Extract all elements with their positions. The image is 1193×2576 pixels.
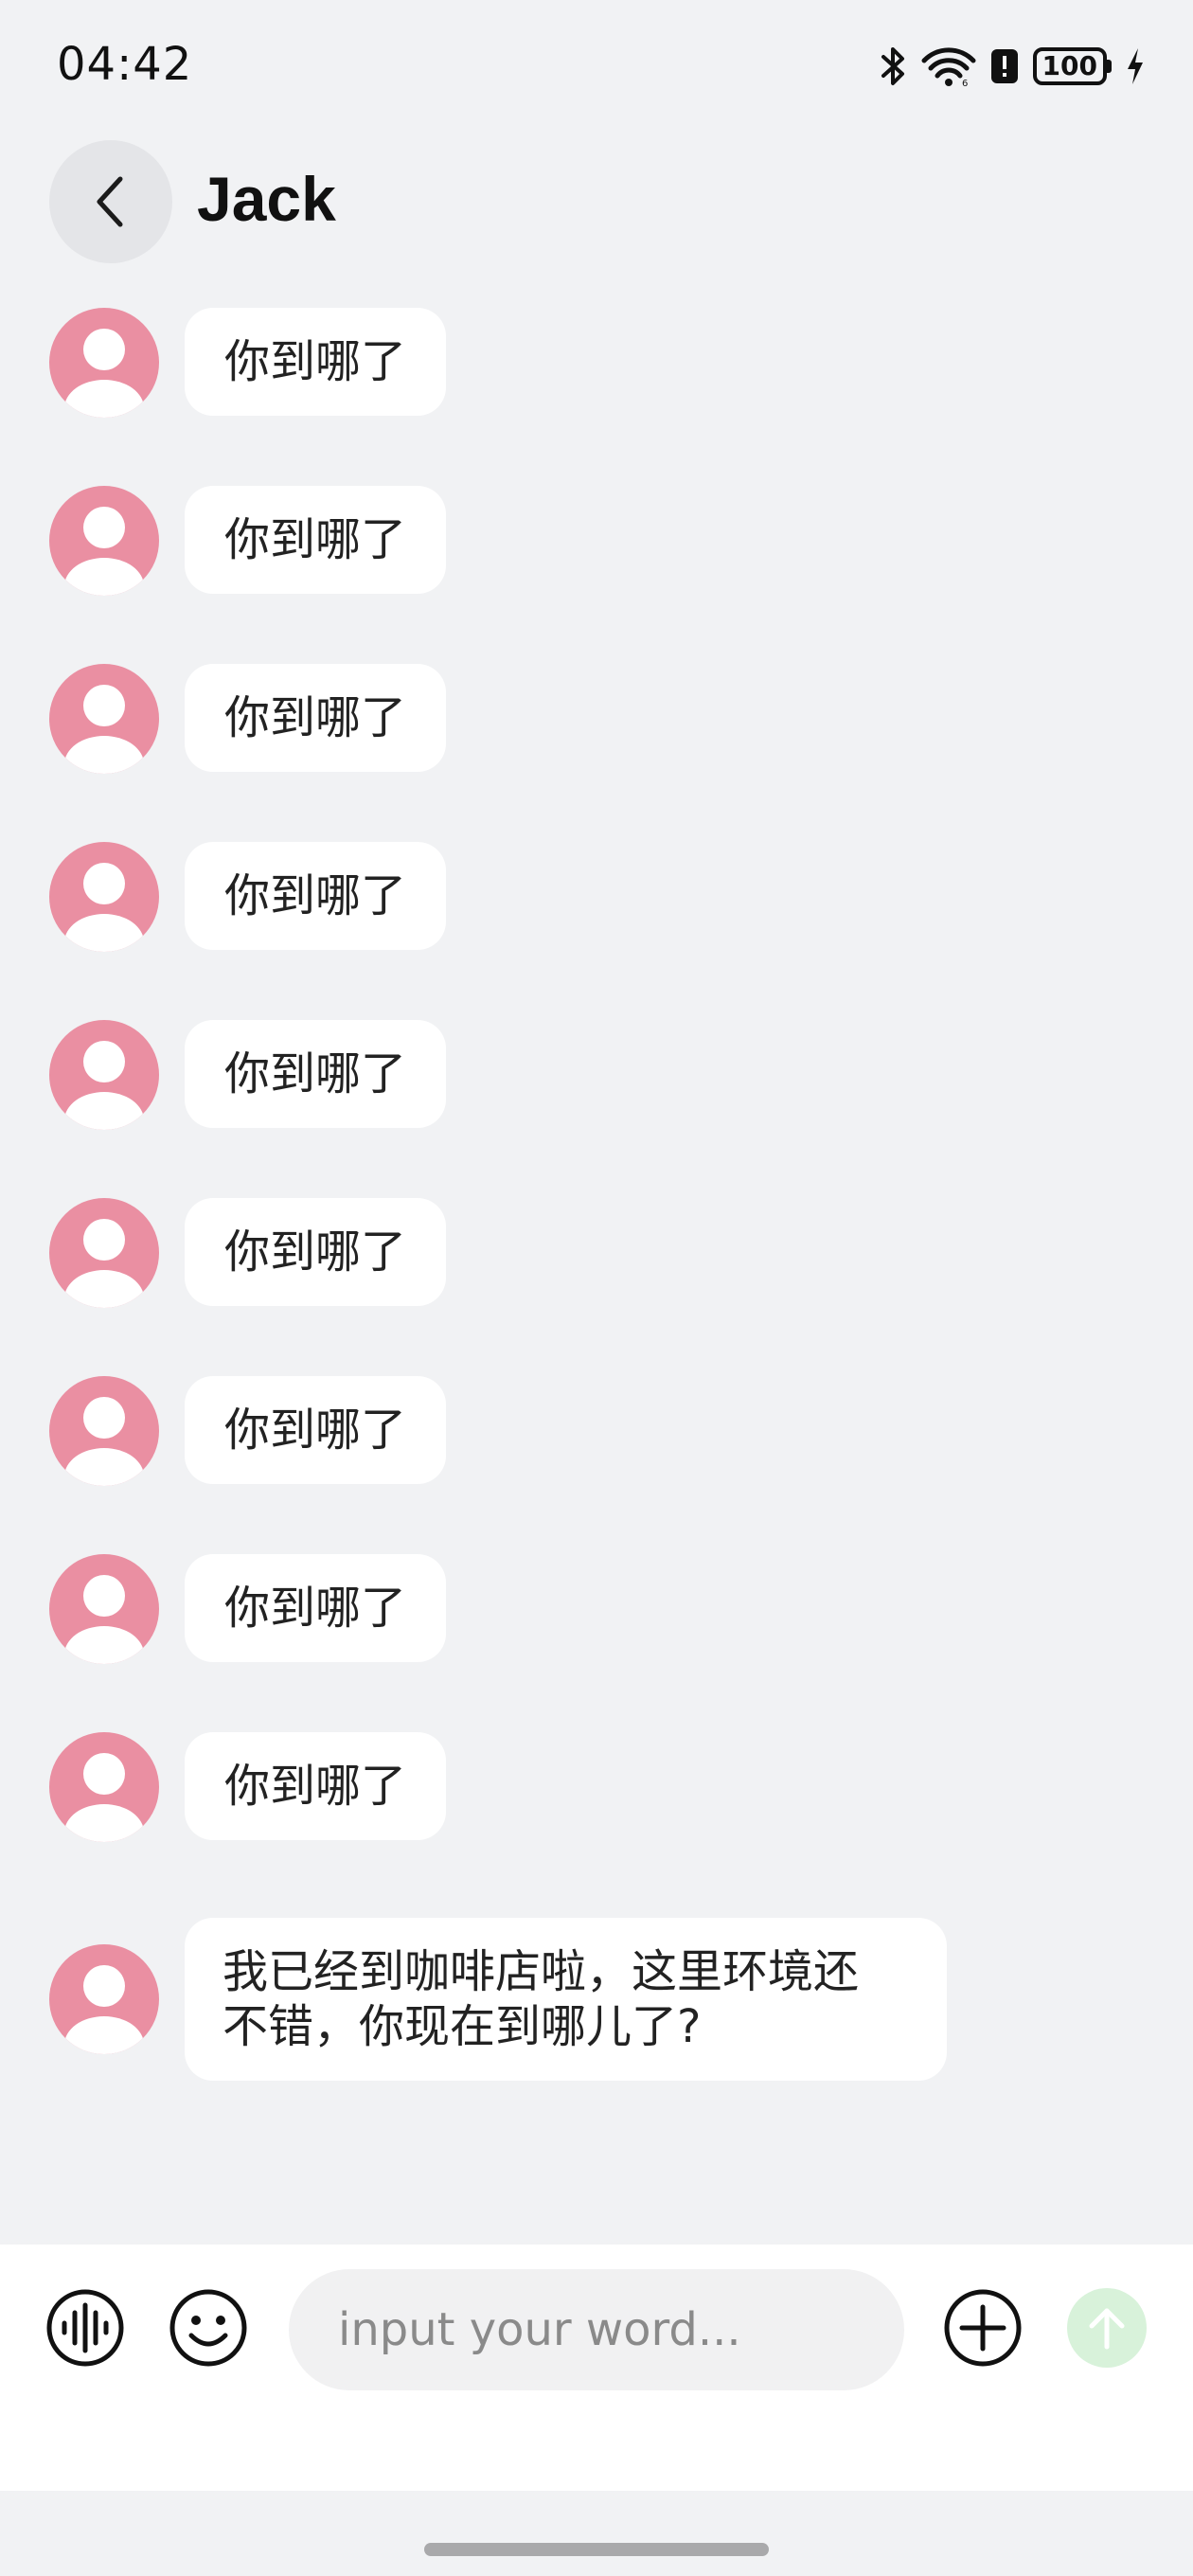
message-bubble[interactable]: 你到哪了 xyxy=(185,1020,447,1128)
alert-icon xyxy=(990,49,1018,83)
message-bubble[interactable]: 你到哪了 xyxy=(185,1554,447,1662)
status-bar: 04:42 6 100 xyxy=(0,0,1193,133)
person-icon xyxy=(64,329,144,418)
message-bubble[interactable]: 你到哪了 xyxy=(185,1376,447,1484)
person-icon xyxy=(64,507,144,596)
message-row: 你到哪了 xyxy=(0,1198,1193,1376)
avatar[interactable] xyxy=(49,1554,159,1664)
avatar[interactable] xyxy=(49,308,159,418)
message-bubble[interactable]: 你到哪了 xyxy=(185,842,447,950)
plus-circle-icon xyxy=(944,2289,1022,2367)
smiley-icon xyxy=(169,2289,247,2367)
message-text-line: 我已经到咖啡店啦，这里环境还 xyxy=(223,1945,860,1998)
chat-screen: 04:42 6 100 Jack 你到哪了 你到哪了 你到哪了 你到哪了 你到哪… xyxy=(0,0,1193,2576)
battery-tip xyxy=(1107,60,1112,73)
send-button[interactable] xyxy=(1067,2288,1147,2368)
message-bubble[interactable]: 你到哪了 xyxy=(185,1732,447,1840)
arrow-up-icon xyxy=(1089,2308,1125,2350)
status-time: 04:42 xyxy=(57,38,193,91)
back-button[interactable] xyxy=(49,140,172,263)
avatar[interactable] xyxy=(49,486,159,596)
message-row: 你到哪了 xyxy=(0,308,1193,486)
chevron-left-icon xyxy=(97,176,123,227)
voice-button[interactable] xyxy=(45,2288,125,2368)
avatar[interactable] xyxy=(49,664,159,774)
person-icon xyxy=(64,1965,144,2054)
avatar[interactable] xyxy=(49,842,159,952)
person-icon xyxy=(64,863,144,952)
message-bubble[interactable]: 你到哪了 xyxy=(185,308,447,416)
message-list[interactable]: 你到哪了 你到哪了 你到哪了 你到哪了 你到哪了 你到哪了 你到哪了 你到哪了 … xyxy=(0,308,1193,2090)
avatar[interactable] xyxy=(49,1376,159,1486)
avatar[interactable] xyxy=(49,1198,159,1308)
person-icon xyxy=(64,1397,144,1486)
person-icon xyxy=(64,1041,144,1130)
avatar[interactable] xyxy=(49,1020,159,1130)
message-row: 你到哪了 xyxy=(0,1732,1193,1910)
status-icons: 6 100 xyxy=(880,45,1146,87)
battery-level: 100 xyxy=(1032,47,1107,85)
message-bubble[interactable]: 我已经到咖啡店啦，这里环境还 不错，你现在到哪儿了? xyxy=(185,1918,947,2081)
person-icon xyxy=(64,1219,144,1308)
wifi-icon: 6 xyxy=(921,47,976,87)
message-row: 你到哪了 xyxy=(0,842,1193,1020)
charging-icon xyxy=(1128,48,1143,84)
emoji-button[interactable] xyxy=(169,2288,248,2368)
message-text-line: 不错，你现在到哪儿了? xyxy=(223,2000,702,2053)
avatar[interactable] xyxy=(49,1732,159,1842)
message-bubble[interactable]: 你到哪了 xyxy=(185,1198,447,1306)
chat-header: Jack xyxy=(0,140,1193,263)
avatar[interactable] xyxy=(49,1944,159,2054)
voice-wave-icon xyxy=(46,2289,124,2367)
person-icon xyxy=(64,685,144,774)
input-bar xyxy=(0,2245,1193,2491)
message-input[interactable] xyxy=(289,2269,904,2390)
message-row: 你到哪了 xyxy=(0,486,1193,664)
person-icon xyxy=(64,1753,144,1842)
svg-text:6: 6 xyxy=(962,79,968,87)
message-row: 你到哪了 xyxy=(0,1554,1193,1732)
message-bubble[interactable]: 你到哪了 xyxy=(185,664,447,772)
battery-icon: 100 xyxy=(1032,47,1112,85)
message-row: 我已经到咖啡店啦，这里环境还 不错，你现在到哪儿了? xyxy=(0,1918,1193,2098)
add-button[interactable] xyxy=(943,2288,1023,2368)
person-icon xyxy=(64,1575,144,1664)
bluetooth-icon xyxy=(881,47,904,85)
home-indicator[interactable] xyxy=(424,2543,769,2556)
message-row: 你到哪了 xyxy=(0,664,1193,842)
message-row: 你到哪了 xyxy=(0,1020,1193,1198)
contact-name: Jack xyxy=(197,164,336,234)
message-bubble[interactable]: 你到哪了 xyxy=(185,486,447,594)
message-row: 你到哪了 xyxy=(0,1376,1193,1554)
